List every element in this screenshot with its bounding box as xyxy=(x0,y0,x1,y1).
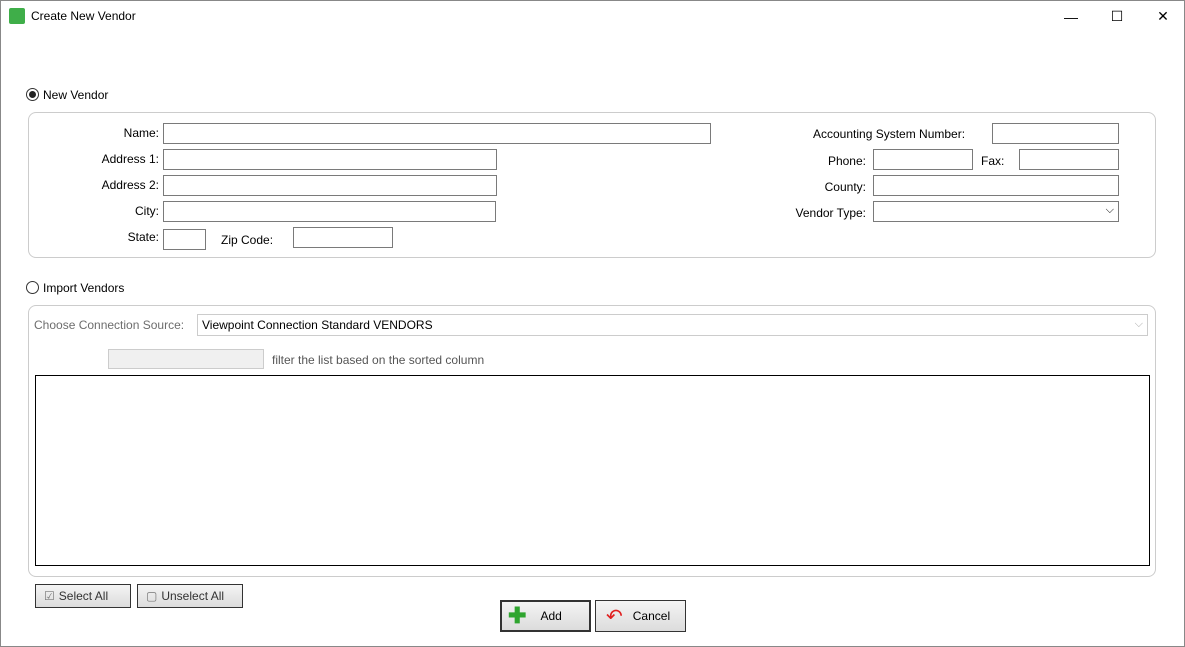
vendor-type-label: Vendor Type: xyxy=(795,206,867,220)
cancel-label: Cancel xyxy=(632,609,671,623)
maximize-button[interactable]: ☐ xyxy=(1094,1,1140,32)
chevron-down-icon: ⌵ xyxy=(1134,318,1143,330)
phone-label: Phone: xyxy=(827,154,866,168)
state-label: State: xyxy=(127,230,159,244)
filter-hint: filter the list based on the sorted colu… xyxy=(272,353,485,367)
new-vendor-label: New Vendor xyxy=(43,88,109,102)
address2-label: Address 2: xyxy=(101,178,159,192)
import-vendors-radio[interactable] xyxy=(26,281,39,294)
minimize-button[interactable]: — xyxy=(1048,1,1094,32)
name-label: Name: xyxy=(123,126,159,140)
zip-label: Zip Code: xyxy=(221,233,274,247)
connection-source-select[interactable]: Viewpoint Connection Standard VENDORS ⌵ xyxy=(197,314,1148,336)
select-all-button[interactable]: ☑ Select All xyxy=(35,584,131,608)
source-value: Viewpoint Connection Standard VENDORS xyxy=(202,318,433,332)
acct-label: Accounting System Number: xyxy=(813,127,966,141)
fax-label: Fax: xyxy=(981,154,1005,168)
window-title: Create New Vendor xyxy=(31,9,136,23)
address2-input[interactable] xyxy=(163,175,497,196)
unselect-all-button[interactable]: ▢ Unselect All xyxy=(137,584,243,608)
add-button[interactable]: ✚ Add xyxy=(500,600,591,632)
city-input[interactable] xyxy=(163,201,496,222)
unselect-all-label: Unselect All xyxy=(161,589,225,603)
source-label: Choose Connection Source: xyxy=(34,318,185,332)
name-input[interactable] xyxy=(163,123,711,144)
app-icon xyxy=(9,8,25,24)
county-input[interactable] xyxy=(873,175,1119,196)
add-label: Add xyxy=(540,609,562,623)
filter-input[interactable] xyxy=(108,349,264,369)
county-label: County: xyxy=(824,180,866,194)
acct-input[interactable] xyxy=(992,123,1119,144)
address1-label: Address 1: xyxy=(101,152,159,166)
new-vendor-radio[interactable] xyxy=(26,88,39,101)
checkbox-icon: ▢ xyxy=(146,589,158,603)
state-input[interactable] xyxy=(163,229,206,250)
select-all-label: Select All xyxy=(58,589,109,603)
vendor-list[interactable] xyxy=(35,375,1150,566)
checkmark-icon: ☑ xyxy=(44,589,55,603)
fax-input[interactable] xyxy=(1019,149,1119,170)
address1-input[interactable] xyxy=(163,149,497,170)
cancel-button[interactable]: ↶ Cancel xyxy=(595,600,686,632)
phone-input[interactable] xyxy=(873,149,973,170)
city-label: City: xyxy=(135,204,159,218)
close-button[interactable]: ✕ xyxy=(1140,1,1185,32)
chevron-down-icon: ⌵ xyxy=(1105,204,1114,216)
vendor-type-select[interactable]: ⌵ xyxy=(873,201,1119,222)
plus-icon: ✚ xyxy=(508,603,527,628)
import-vendors-label: Import Vendors xyxy=(43,281,125,295)
zip-input[interactable] xyxy=(293,227,393,248)
undo-arrow-icon: ↶ xyxy=(606,605,623,628)
